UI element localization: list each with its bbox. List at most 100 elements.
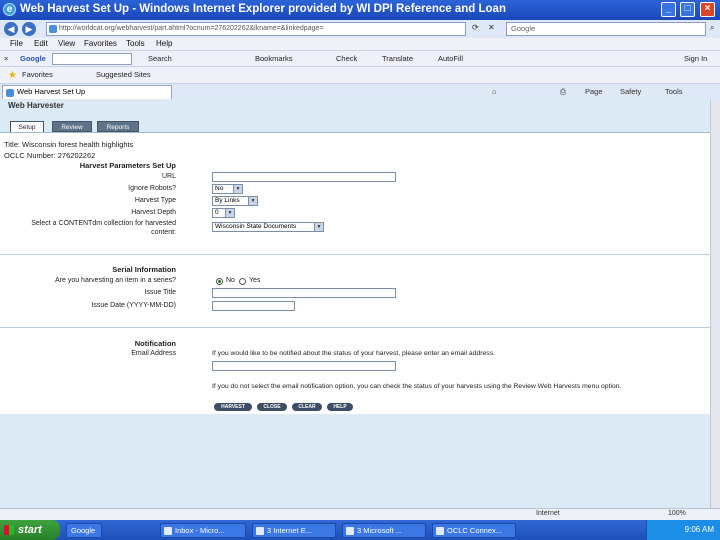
system-tray: 9:06 AM [646,520,720,540]
taskbar-item-inbox[interactable]: Inbox - Micro... [160,523,246,538]
clock: 9:06 AM [684,525,714,534]
vertical-scrollbar[interactable] [710,99,720,520]
tab-reports[interactable]: Reports [97,121,139,132]
forward-icon[interactable]: ▶ [22,22,36,36]
check-button[interactable]: Check [336,54,357,63]
google-logo: Google [20,54,46,63]
browser-tab[interactable]: Web Harvest Set Up [2,85,172,99]
search-icon[interactable]: ⌕ [710,23,714,33]
tab-setup[interactable]: Setup [10,121,44,132]
series-no-radio[interactable] [216,278,223,285]
url-input[interactable] [212,172,396,182]
menu-favorites[interactable]: Favorites [84,39,117,48]
google-search-button[interactable]: Search [148,54,172,63]
section-divider [0,327,710,328]
zoom-level[interactable]: 100% [668,510,686,517]
series-yes-radio[interactable] [239,278,246,285]
address-url: http://worldcat.org/webharvest/part.ahtm… [59,25,324,32]
document-icon [346,527,354,535]
email-note: If you would like to be notified about t… [212,350,495,357]
tools-menu[interactable]: Tools [665,87,683,96]
series-yes-label: Yes [249,277,261,284]
bookmarks-button[interactable]: Bookmarks [255,54,293,63]
menu-view[interactable]: View [58,39,75,48]
url-label: URL [161,173,176,180]
collection-label: Select a CONTENTdm collection for harves… [31,220,176,227]
minimize-button[interactable]: _ [661,2,676,17]
sign-in-button[interactable]: Sign In [684,54,707,63]
app-tabs: Setup Review Reports [0,113,710,133]
app-icon [436,527,444,535]
chevron-down-icon: ▼ [248,197,257,205]
page-icon [49,25,57,33]
stop-icon[interactable]: ✕ [488,23,495,32]
harvest-button[interactable]: HARVEST [214,403,252,411]
email-input[interactable] [212,361,396,371]
clear-button[interactable]: CLEAR [292,403,322,411]
issue-date-label: Issue Date (YYYY-MM-DD) [91,302,176,309]
tab-review[interactable]: Review [52,121,92,132]
window-title: Web Harvest Set Up - Windows Internet Ex… [20,3,506,15]
start-button[interactable]: start [0,520,60,540]
ignore-robots-select[interactable]: No ▼ [212,184,243,194]
tab-bar: Web Harvest Set Up ⌂ ⎙ Page Safety Tools [0,84,720,99]
section-divider [0,254,710,255]
google-toolbar: × Google Search Bookmarks Check Translat… [0,51,720,67]
home-icon[interactable]: ⌂ [492,87,497,96]
harvest-depth-select[interactable]: 0 ▼ [212,208,235,218]
suggested-sites-link[interactable]: Suggested Sites [96,70,151,79]
back-icon[interactable]: ◀ [4,22,18,36]
series-no-label: No [226,277,235,284]
safety-menu[interactable]: Safety [620,87,641,96]
maximize-button[interactable]: □ [680,2,695,17]
internet-zone-status: Internet [536,510,560,517]
google-quick-launch[interactable]: Google [66,523,102,538]
autofill-button[interactable]: AutoFill [438,54,463,63]
chevron-down-icon: ▼ [233,185,242,193]
harvest-depth-label: Harvest Depth [131,209,176,216]
menu-help[interactable]: Help [156,39,172,48]
harvest-type-select[interactable]: By Links ▼ [212,196,258,206]
app-header: Web Harvester [0,99,710,113]
taskbar-item-oclc-connexion[interactable]: OCLC Connex... [432,523,516,538]
chevron-down-icon: ▼ [314,223,323,231]
menu-file[interactable]: File [10,39,23,48]
item-title: Title: Wisconsin forest health highlight… [4,140,134,149]
close-window-button[interactable]: × [700,2,715,17]
oclc-number: OCLC Number: 276202262 [4,151,96,160]
issue-title-input[interactable] [212,288,396,298]
print-icon[interactable]: ⎙ [560,87,566,97]
serial-information-heading: Serial Information [112,265,176,274]
harvest-type-label: Harvest Type [134,197,176,204]
page-menu[interactable]: Page [585,87,603,96]
menu-edit[interactable]: Edit [34,39,48,48]
search-input[interactable]: Google [506,22,706,36]
address-input[interactable]: http://worldcat.org/webharvest/part.ahtm… [46,22,466,36]
notification-heading: Notification [134,339,176,348]
collection-select[interactable]: Wisconsin State Documents ▼ [212,222,324,232]
favorites-star-icon: ★ [8,70,17,81]
google-search-input[interactable] [52,53,132,65]
tab-page-icon [6,89,14,97]
close-button[interactable]: CLOSE [257,403,287,411]
chevron-down-icon: ▼ [225,209,234,217]
help-button[interactable]: HELP [327,403,353,411]
refresh-icon[interactable]: ⟳ [472,23,479,32]
tab-label: Web Harvest Set Up [17,87,86,96]
favorites-bar: ★ Favorites Suggested Sites [0,67,720,84]
ignore-robots-label: Ignore Robots? [128,185,176,192]
favorites-button[interactable]: Favorites [22,70,53,79]
page-content: Web Harvester Setup Review Reports Title… [0,99,720,520]
menu-tools[interactable]: Tools [126,39,145,48]
taskbar-item-internet-explorer[interactable]: 3 Internet E... [252,523,336,538]
menu-bar: File Edit View Favorites Tools Help [0,38,720,51]
collection-label-content: content: [151,229,176,236]
translate-button[interactable]: Translate [382,54,413,63]
taskbar-item-microsoft[interactable]: 3 Microsoft ... [342,523,426,538]
app-title: Web Harvester [8,101,64,110]
status-bar: Internet 100% [0,508,720,520]
review-note: If you do not select the email notificat… [212,383,622,390]
browser-icon [256,527,264,535]
issue-date-input[interactable] [212,301,295,311]
harvest-parameters-heading: Harvest Parameters Set Up [79,161,176,170]
